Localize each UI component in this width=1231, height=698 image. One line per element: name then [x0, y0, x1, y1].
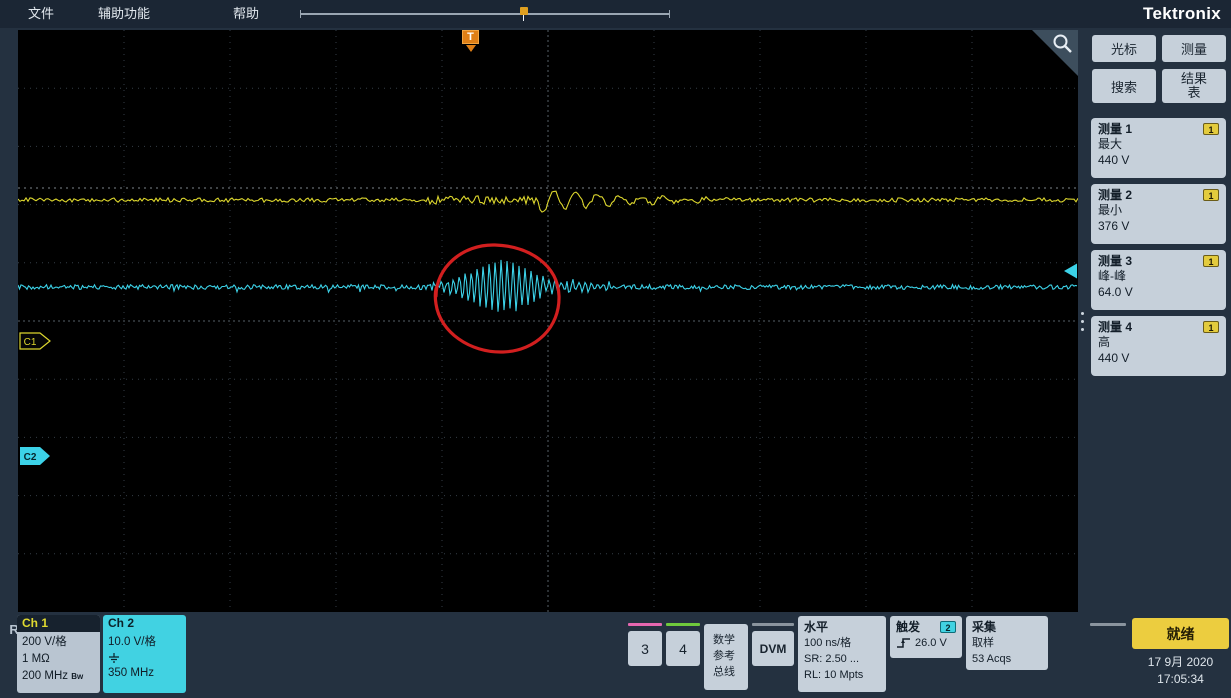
- horizontal-sample-rate: SR: 2.50 ...: [804, 653, 860, 665]
- trigger-position-icon[interactable]: T: [462, 30, 479, 52]
- measure-button[interactable]: 测量: [1162, 35, 1226, 62]
- trigger-settings-badge[interactable]: 触发 2 26.0 V: [890, 616, 962, 658]
- ch1-bandwidth: 200 MHz Bw: [22, 670, 84, 682]
- ch1-label-tag[interactable]: C1: [19, 332, 51, 350]
- measurement-1-title: 测量 1: [1098, 122, 1133, 136]
- right-panel: 光标 测量 搜索 结果表 测量 1 1 最大 440 V 测量 2 1 最小 3…: [1086, 30, 1231, 612]
- measurement-2-title: 测量 2: [1098, 188, 1133, 202]
- measurement-4-stat: 高: [1098, 335, 1111, 349]
- measurement-1-value: 440 V: [1098, 153, 1130, 167]
- measurement-badge-2[interactable]: 测量 2 1 最小 376 V: [1091, 184, 1226, 244]
- trigger-level-arrow[interactable]: [1064, 263, 1077, 279]
- measurement-2-source-badge: 1: [1203, 188, 1219, 201]
- trigger-level: 26.0 V: [915, 637, 947, 649]
- measurement-4-title: 测量 4: [1098, 320, 1133, 334]
- measurement-badge-1[interactable]: 测量 1 1 最大 440 V: [1091, 118, 1226, 178]
- horizontal-title: 水平: [804, 620, 829, 634]
- ready-status-badge[interactable]: 就绪: [1132, 618, 1229, 649]
- ch3-color-strip: [628, 623, 662, 626]
- measurement-4-value: 440 V: [1098, 351, 1130, 365]
- ch1-label: Ch 1: [17, 615, 100, 632]
- waveform-display[interactable]: C1 C2 T: [18, 30, 1078, 612]
- measurement-2-value: 376 V: [1098, 219, 1130, 233]
- measurement-1-stat: 最大: [1098, 137, 1123, 151]
- menu-utility[interactable]: 辅助功能: [90, 0, 158, 28]
- horizontal-position-slider[interactable]: [300, 7, 670, 21]
- menu-file[interactable]: 文件: [20, 0, 62, 28]
- rf-color-strip: [1090, 623, 1126, 626]
- measurement-4-source-badge: 1: [1203, 320, 1219, 333]
- bw-limit-indicator: Bw: [71, 672, 84, 681]
- horizontal-record-length: RL: 10 Mpts: [804, 669, 864, 681]
- ch2-label: Ch 2: [108, 616, 135, 630]
- results-table-button[interactable]: 结果表: [1162, 69, 1226, 103]
- menu-bar: 文件 辅助功能 帮助 Tektronix: [0, 0, 1231, 28]
- acquisition-count: 53 Acqs: [972, 653, 1012, 665]
- date-text: 17 9月 2020: [1147, 655, 1214, 669]
- dvm-color-strip: [752, 623, 794, 626]
- rising-edge-icon: [897, 638, 910, 648]
- horizontal-settings-badge[interactable]: 水平 100 ns/格 SR: 2.50 ... RL: 10 Mpts: [798, 616, 886, 692]
- ch1-scale: 200 V/格: [22, 636, 67, 648]
- measurement-3-value: 64.0 V: [1098, 285, 1133, 299]
- datetime: 17 9月 2020 17:05:34: [1132, 654, 1229, 688]
- search-button[interactable]: 搜索: [1092, 69, 1156, 103]
- menu-help[interactable]: 帮助: [225, 0, 267, 28]
- ch1-badge[interactable]: Ch 1 200 V/格 1 MΩ 200 MHz Bw: [17, 615, 100, 693]
- measurement-3-stat: 峰-峰: [1098, 269, 1126, 283]
- magnifier-icon[interactable]: [1052, 33, 1074, 55]
- ch4-color-strip: [666, 623, 700, 626]
- measurement-1-source-badge: 1: [1203, 122, 1219, 135]
- horizontal-scale: 100 ns/格: [804, 637, 852, 649]
- ch1-impedance: 1 MΩ: [22, 653, 50, 665]
- math-ref-bus-button[interactable]: 数学参考总线: [704, 624, 748, 690]
- trigger-position-marker[interactable]: [520, 7, 528, 21]
- ch2-scale: 10.0 V/格: [108, 636, 156, 648]
- measurement-badge-4[interactable]: 测量 4 1 高 440 V: [1091, 316, 1226, 376]
- ch1-waveform: [18, 190, 1078, 213]
- measurement-3-title: 测量 3: [1098, 254, 1133, 268]
- trigger-source-badge: 2: [940, 620, 956, 633]
- oscilloscope-screen: 文件 辅助功能 帮助 Tektronix C1 C2 T 光标 测量 搜索 结果…: [0, 0, 1231, 698]
- ch4-button[interactable]: 4: [666, 631, 700, 666]
- cursor-button[interactable]: 光标: [1092, 35, 1156, 62]
- tektronix-logo: Tektronix: [1143, 4, 1221, 23]
- ground-coupling-icon: [109, 653, 119, 663]
- ch2-badge[interactable]: Ch 2 10.0 V/格 350 MHz: [103, 615, 186, 693]
- acquisition-title: 采集: [972, 620, 997, 634]
- dvm-button[interactable]: DVM: [752, 631, 794, 666]
- acquisition-badge[interactable]: 采集 取样 53 Acqs: [966, 616, 1048, 670]
- trigger-title: 触发: [896, 619, 921, 634]
- measurement-2-stat: 最小: [1098, 203, 1123, 217]
- status-bar: Ch 1 200 V/格 1 MΩ 200 MHz Bw Ch 2 10.0 V…: [0, 612, 1231, 698]
- ch2-label-text: C2: [24, 452, 37, 463]
- measurement-3-source-badge: 1: [1203, 254, 1219, 267]
- math-ref-bus-label: 数学参考总线: [713, 634, 735, 678]
- ch2-label-tag[interactable]: C2: [20, 447, 50, 465]
- results-table-label: 结果表: [1180, 70, 1207, 100]
- acquisition-mode: 取样: [972, 637, 994, 649]
- ch1-label-text: C1: [24, 337, 37, 348]
- ch2-bandwidth: 350 MHz: [108, 667, 155, 679]
- time-text: 17:05:34: [1157, 672, 1204, 686]
- measurement-badge-3[interactable]: 测量 3 1 峰-峰 64.0 V: [1091, 250, 1226, 310]
- graticule: [18, 30, 1078, 612]
- panel-drag-handle[interactable]: [1081, 312, 1087, 336]
- ch3-button[interactable]: 3: [628, 631, 662, 666]
